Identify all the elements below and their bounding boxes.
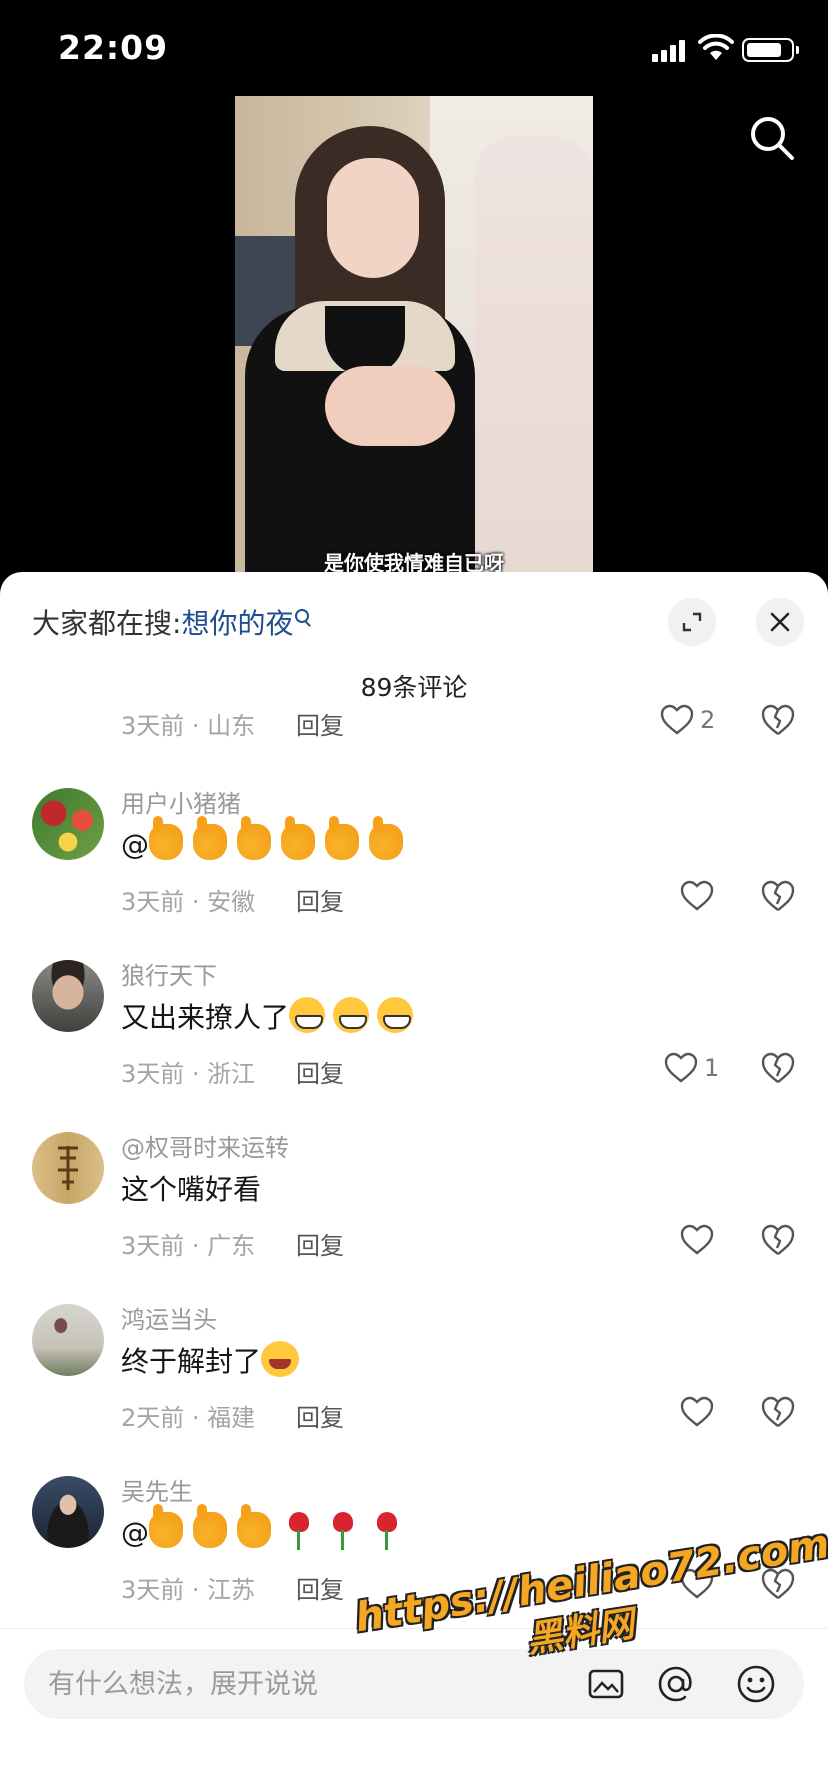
like-button[interactable]: 1 [664,1050,719,1086]
like-button[interactable] [680,1566,714,1602]
list-item: 狼行天下 又出来撩人了 3天前 · 浙江 回复 1 [0,946,828,1118]
comment-input-bar [0,1628,828,1792]
comment-text: 终于解封了 [121,1340,300,1380]
comment-input-pill[interactable] [24,1649,804,1719]
list-item: @权哥时来运转 这个嘴好看 3天前 · 广东 回复 [0,1118,828,1290]
grinning-face-icon [377,997,414,1033]
list-item: 3天前 · 山东 回复 2 [0,702,828,774]
comment-input[interactable] [48,1661,478,1707]
list-item: 吴先生 @ 3天前 · 江苏 回复 [0,1462,828,1634]
reply-button[interactable]: 回复 [296,1570,344,1605]
avatar[interactable] [32,1304,104,1376]
dislike-icon[interactable] [760,1566,796,1602]
avatar[interactable] [32,788,104,860]
reply-button[interactable]: 回复 [296,1054,344,1089]
reply-button[interactable]: 回复 [296,1226,344,1261]
expand-icon [682,612,702,632]
trending-prefix: 大家都在搜: [32,607,182,640]
comment-meta: 3天前 · 山东 [121,712,256,740]
like-button[interactable] [680,878,714,914]
comment-meta: 3天前 · 安徽 [121,888,256,916]
image-icon[interactable] [584,1662,628,1706]
rose-icon [281,1512,315,1550]
dislike-icon[interactable] [760,1050,796,1086]
trending-search[interactable]: 大家都在搜:想你的夜 [32,602,310,642]
emoji-icon[interactable] [734,1662,778,1706]
list-item: 用户小猪猪 @ 3天前 · 安徽 回复 [0,774,828,946]
like-count: 2 [700,706,716,734]
thumbs-up-icon [237,1504,271,1548]
dislike-icon[interactable] [760,1222,796,1258]
reply-button[interactable]: 回复 [296,706,344,741]
comment-username[interactable]: 吴先生 [121,1472,193,1507]
like-button[interactable] [680,1222,714,1258]
comment-text: 又出来撩人了 [121,996,421,1036]
comment-text: @ [121,1504,413,1550]
comment-meta: 3天前 · 广东 [121,1232,256,1260]
battery-icon [742,38,799,62]
thumbs-up-icon [237,816,271,860]
comment-sheet: 大家都在搜:想你的夜 89条评论 3天前 · 山东 回复 2 用户小猪猪 @ 3… [0,572,828,1792]
heart-icon [680,1568,714,1599]
dislike-icon[interactable] [760,702,796,738]
thumbs-up-icon [369,816,403,860]
thumbs-up-icon [149,1504,183,1548]
grinning-face-icon [333,997,370,1033]
close-button[interactable] [756,598,804,646]
status-time: 22:09 [58,28,169,67]
mention-icon[interactable] [654,1662,698,1706]
like-count: 1 [704,1054,720,1082]
comment-count: 89条评论 [360,673,468,702]
status-bar: 22:09 [0,0,828,96]
thumbs-up-icon [193,1504,227,1548]
grinning-face-icon [289,997,326,1033]
avatar[interactable] [32,1132,104,1204]
like-button[interactable]: 2 [660,702,715,738]
wifi-icon [698,34,734,60]
heart-icon [660,704,694,735]
thumbs-up-icon [325,816,359,860]
like-button[interactable] [680,1394,714,1430]
comment-text: @ [121,816,413,861]
cellular-signal-icon [652,38,688,62]
thumbs-up-icon [149,816,183,860]
reply-button[interactable]: 回复 [296,882,344,917]
comment-meta: 2天前 · 福建 [121,1404,256,1432]
reply-button[interactable]: 回复 [296,1398,344,1433]
search-small-icon [295,609,310,623]
expand-button[interactable] [668,598,716,646]
rose-icon [325,1512,359,1550]
thumbs-up-icon [193,816,227,860]
rose-icon [369,1512,403,1550]
video-player[interactable]: 是你使我情难自已呀 [235,96,593,578]
avatar[interactable] [32,1476,104,1548]
heart-icon [680,1396,714,1427]
list-item: 鸿运当头 终于解封了 2天前 · 福建 回复 [0,1290,828,1462]
laughing-crying-face-icon [261,1341,300,1377]
close-icon [770,612,790,632]
dislike-icon[interactable] [760,878,796,914]
comment-username[interactable]: 鸿运当头 [121,1300,217,1335]
dislike-icon[interactable] [760,1394,796,1430]
comment-username[interactable]: @权哥时来运转 [121,1128,289,1163]
comment-username[interactable]: 狼行天下 [121,956,217,991]
heart-icon [664,1052,698,1083]
heart-icon [680,1224,714,1255]
thumbs-up-icon [281,816,315,860]
search-icon[interactable] [748,114,796,162]
trending-keyword[interactable]: 想你的夜 [181,607,293,640]
comment-meta: 3天前 · 江苏 [121,1576,256,1604]
avatar[interactable] [32,960,104,1032]
comment-text: 这个嘴好看 [121,1173,262,1206]
comment-username[interactable]: 用户小猪猪 [121,784,241,819]
comment-meta: 3天前 · 浙江 [121,1060,256,1088]
heart-icon [680,880,714,911]
